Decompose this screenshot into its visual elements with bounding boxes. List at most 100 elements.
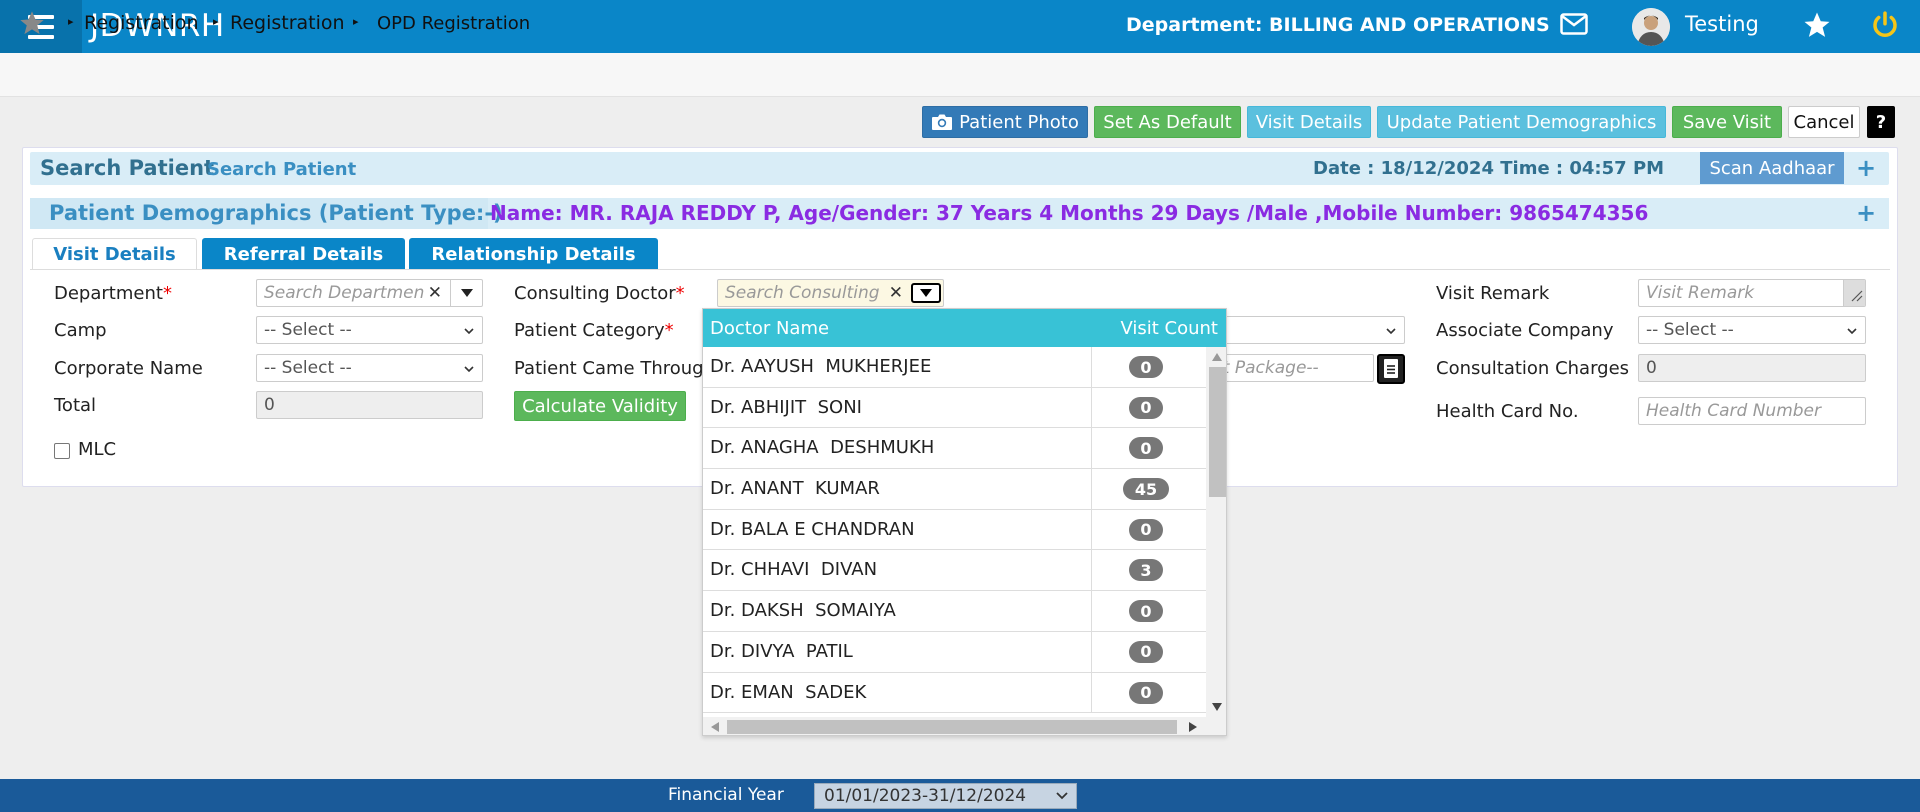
breadcrumb-arrow-icon: ▸ [68, 15, 74, 28]
tab-relationship-details[interactable]: Relationship Details [409, 238, 658, 270]
save-visit-button[interactable]: Save Visit [1672, 106, 1782, 138]
cancel-button[interactable]: Cancel [1788, 106, 1860, 138]
camp-select[interactable]: -- Select -- [256, 316, 483, 344]
column-divider [1091, 428, 1092, 469]
mlc-label: MLC [78, 439, 117, 460]
doctor-row[interactable]: Dr. CHHAVI DIVAN 3 [703, 550, 1206, 592]
health-card-label: Health Card No. [1436, 401, 1579, 422]
financial-year-select[interactable]: 01/01/2023-31/12/2024 [814, 783, 1077, 809]
vertical-scrollbar[interactable] [1206, 347, 1226, 717]
patient-photo-button[interactable]: Patient Photo [922, 106, 1088, 138]
corporate-name-select[interactable]: -- Select -- [256, 354, 483, 382]
bookmark-star-icon[interactable] [18, 9, 46, 37]
chevron-down-icon [464, 366, 474, 373]
dropdown-toggle-icon[interactable] [450, 280, 482, 306]
column-divider [1091, 591, 1092, 631]
doctor-name: Dr. CHHAVI DIVAN [710, 559, 878, 581]
tab-divider [30, 269, 1890, 270]
breadcrumb-item[interactable]: Registration [84, 12, 199, 34]
came-through-label: Patient Came Throug [514, 358, 704, 379]
consultation-charges-field: 0 [1638, 354, 1866, 382]
visit-count-badge: 0 [1129, 356, 1163, 378]
chevron-down-icon [464, 328, 474, 335]
visit-count-badge: 0 [1129, 600, 1163, 623]
consulting-doctor-dropdown: Doctor Name Visit Count Dr. AAYUSH MUKHE… [702, 308, 1227, 736]
doctor-name: Dr. AAYUSH MUKHERJEE [710, 356, 932, 377]
doctor-name: Dr. ABHIJIT SONI [710, 396, 862, 418]
mail-icon[interactable] [1560, 13, 1588, 35]
expand-demographics-plus-icon[interactable]: + [1856, 199, 1876, 227]
user-avatar[interactable] [1632, 8, 1670, 46]
column-divider [1091, 631, 1092, 672]
breadcrumb-arrow-icon: ▸ [353, 15, 359, 28]
set-default-button[interactable]: Set As Default [1094, 106, 1241, 138]
search-patient-link[interactable]: Search Patient [207, 159, 356, 180]
breadcrumb-arrow-icon: ▸ [213, 15, 219, 28]
health-card-input[interactable]: Health Card Number [1638, 397, 1866, 425]
horizontal-scroll-thumb[interactable] [727, 720, 1177, 734]
visit-count-badge: 0 [1129, 396, 1163, 419]
doctor-row[interactable]: Dr. EMAN SADEK 0 [703, 672, 1206, 714]
visit-count-badge: 45 [1123, 478, 1169, 501]
patient-category-select[interactable] [1200, 316, 1405, 344]
associate-company-label: Associate Company [1436, 320, 1614, 341]
corporate-name-label: Corporate Name [54, 358, 203, 379]
corporate-value: -- Select -- [264, 358, 352, 378]
doctor-name: Dr. ANAGHA DESHMUKH [710, 437, 935, 459]
expand-search-plus-icon[interactable]: + [1856, 154, 1876, 182]
consulting-doctor-label: Consulting Doctor* [514, 283, 685, 304]
visit-count-badge: 0 [1129, 640, 1163, 663]
help-button[interactable]: ? [1867, 106, 1895, 138]
favorite-star-icon[interactable] [1802, 10, 1832, 40]
update-demographics-button[interactable]: Update Patient Demographics [1377, 106, 1666, 138]
doctor-row[interactable]: Dr. BALA E CHANDRAN 0 [703, 509, 1206, 551]
resize-handle-icon[interactable] [1843, 280, 1865, 306]
column-divider [1091, 347, 1092, 387]
tab-visit-details[interactable]: Visit Details [32, 238, 197, 270]
associate-company-select[interactable]: -- Select -- [1638, 316, 1866, 344]
doctor-row[interactable]: Dr. ANAGHA DESHMUKH 0 [703, 428, 1206, 470]
calculate-validity-button[interactable]: Calculate Validity [514, 391, 686, 421]
power-icon[interactable] [1870, 10, 1900, 40]
clear-icon[interactable]: ✕ [889, 283, 903, 303]
visit-remark-placeholder: Visit Remark [1646, 283, 1755, 303]
doctor-row[interactable]: Dr. ANANT KUMAR 45 [703, 469, 1206, 510]
doctor-name-column-header: Doctor Name [710, 318, 830, 339]
consulting-doctor-input[interactable]: Search Consulting ✕ [717, 279, 944, 307]
doctor-row[interactable]: Dr. DIVYA PATIL 0 [703, 631, 1206, 673]
search-patient-title: Search Patient [40, 156, 215, 180]
visit-count-badge: 0 [1129, 681, 1163, 704]
total-value: 0 [264, 395, 275, 415]
column-divider [1091, 387, 1092, 428]
column-divider [1091, 550, 1092, 591]
visit-details-button[interactable]: Visit Details [1247, 106, 1371, 138]
department-search-input[interactable]: Search Departmen ✕ [256, 279, 483, 307]
patient-info: Name: MR. RAJA REDDY P, Age/Gender: 37 Y… [490, 201, 1649, 225]
package-document-icon[interactable] [1377, 354, 1405, 384]
dropdown-toggle-icon[interactable] [911, 283, 941, 303]
scan-aadhaar-button[interactable]: Scan Aadhaar [1700, 152, 1844, 184]
visit-remark-label: Visit Remark [1436, 283, 1550, 304]
breadcrumb-current: OPD Registration [377, 13, 531, 34]
doctor-row[interactable]: Dr. ABHIJIT SONI 0 [703, 387, 1206, 429]
doctor-name: Dr. EMAN SADEK [710, 681, 867, 703]
total-label: Total [54, 395, 97, 416]
tab-referral-details[interactable]: Referral Details [202, 238, 405, 270]
camp-value: -- Select -- [264, 320, 352, 340]
vertical-scroll-thumb[interactable] [1209, 367, 1226, 497]
consulting-placeholder: Search Consulting [725, 283, 880, 303]
chevron-down-icon [1056, 792, 1068, 800]
visit-remark-textarea[interactable]: Visit Remark [1638, 279, 1866, 307]
column-divider [1091, 509, 1092, 550]
doctor-row[interactable]: Dr. AAYUSH MUKHERJEE 0 [703, 347, 1206, 388]
breadcrumb-item[interactable]: Registration [230, 12, 345, 34]
clear-icon[interactable]: ✕ [428, 283, 442, 303]
chevron-down-icon [1847, 328, 1857, 335]
doctor-row[interactable]: Dr. DAKSH SOMAIYA 0 [703, 591, 1206, 632]
mlc-checkbox[interactable] [54, 443, 70, 459]
patient-category-label: Patient Category* [514, 320, 674, 341]
username[interactable]: Testing [1685, 12, 1759, 36]
financial-year-value: 01/01/2023-31/12/2024 [824, 786, 1027, 806]
horizontal-scrollbar[interactable] [703, 717, 1226, 735]
chevron-down-icon [1386, 328, 1396, 335]
